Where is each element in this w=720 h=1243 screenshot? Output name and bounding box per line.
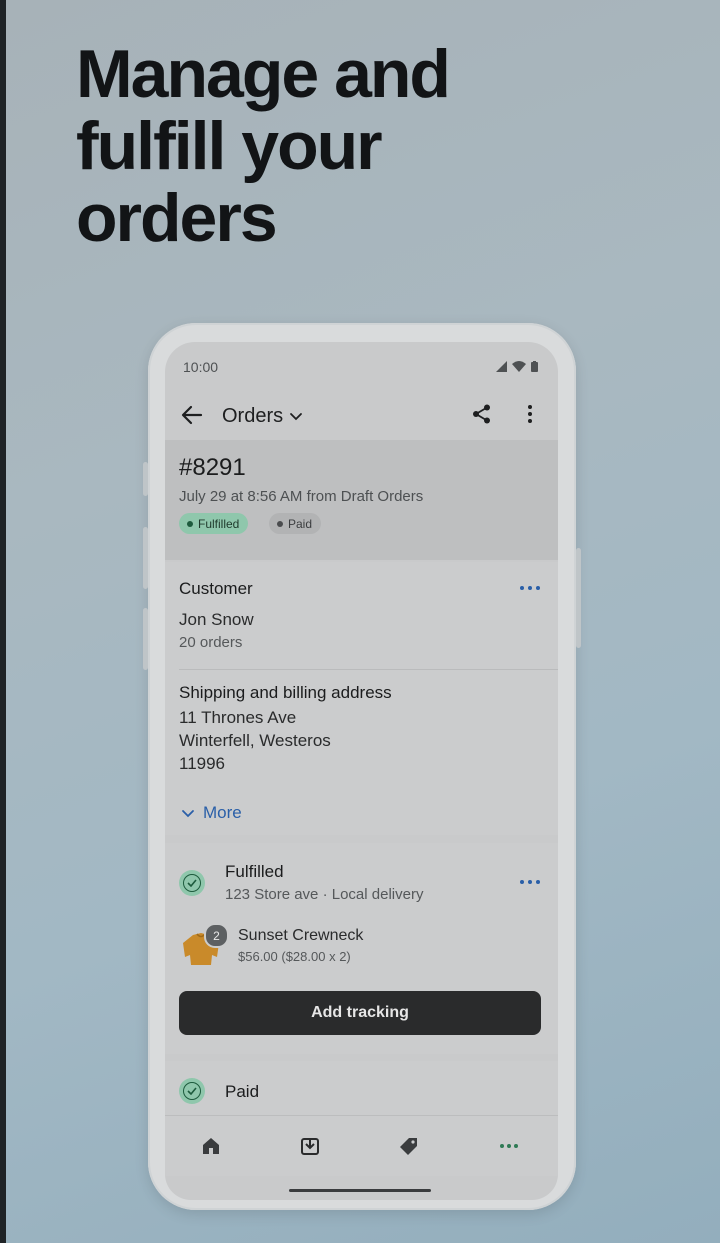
fulfilled-check-icon [179, 870, 205, 896]
address-line-2: Winterfell, Westeros [179, 731, 331, 750]
address-line-3: 11996 [179, 754, 226, 773]
battery-icon [531, 361, 538, 372]
status-bar: 10:00 [165, 342, 558, 390]
status-icons [496, 361, 538, 372]
product-name[interactable]: Sunset Crewneck [238, 927, 363, 945]
status-dot [187, 520, 193, 527]
paid-check-icon [179, 1078, 205, 1104]
customer-heading: Customer [179, 579, 253, 598]
fulfillment-location: 123 Store ave · Local delivery [225, 886, 424, 903]
more-vertical-icon[interactable] [525, 403, 535, 425]
fulfillment-status: Fulfilled [225, 862, 284, 881]
quantity-badge: 2 [204, 923, 229, 948]
phone-power-button [576, 548, 581, 648]
status-time: 10:00 [183, 359, 219, 375]
order-meta: July 29 at 8:56 AM from Draft Orders [179, 488, 424, 505]
chevron-down-icon [182, 809, 194, 817]
home-icon [203, 1138, 219, 1154]
product-price: $56.00 ($28.00 x 2) [238, 949, 351, 964]
fulfillment-menu-icon[interactable] [520, 880, 540, 886]
orders-dropdown[interactable]: Orders [222, 405, 303, 428]
more-horizontal-icon [500, 1144, 518, 1148]
section-divider [179, 669, 558, 670]
paid-badge: Paid [269, 513, 322, 534]
headline-line-3: orders [76, 180, 278, 256]
paid-badge-label: Paid [288, 516, 313, 531]
fulfilled-badge: Fulfilled [179, 513, 249, 534]
orders-icon [301, 1138, 319, 1155]
customer-menu-icon[interactable] [520, 586, 540, 592]
customer-name[interactable]: Jon Snow [179, 610, 254, 630]
headline-line-1: Manage and [76, 36, 451, 112]
order-number: #8291 [179, 454, 246, 481]
tab-products[interactable] [396, 1133, 422, 1159]
home-indicator[interactable] [289, 1189, 431, 1192]
arrow-left-icon[interactable] [179, 402, 205, 428]
tab-home[interactable] [198, 1133, 224, 1159]
phone-side-button [143, 608, 148, 670]
order-header: #8291 July 29 at 8:56 AM from Draft Orde… [165, 440, 558, 560]
tab-orders[interactable] [297, 1133, 323, 1159]
share-icon[interactable] [471, 403, 493, 425]
cell-signal-icon [496, 361, 507, 372]
app-bar: Orders [165, 390, 558, 440]
fulfilled-badge-label: Fulfilled [198, 516, 240, 531]
address-heading: Shipping and billing address [179, 683, 392, 702]
promo-headline: Manage and fulfill your orders [76, 36, 451, 256]
customer-card: Customer Jon Snow 20 orders Shipping and… [165, 562, 558, 835]
left-edge-strip [0, 0, 6, 1243]
wifi-icon [512, 361, 526, 372]
address-line-1: 11 Thrones Ave [179, 708, 297, 727]
add-tracking-button[interactable]: Add tracking [179, 991, 541, 1035]
app-bar-title: Orders [222, 405, 284, 427]
more-button[interactable]: More [181, 803, 242, 823]
chevron-down-icon [290, 413, 303, 421]
headline-line-2: fulfill your [76, 108, 383, 184]
payment-card: Paid [165, 1061, 558, 1115]
customer-order-count: 20 orders [179, 634, 243, 651]
fulfillment-card: Fulfilled 123 Store ave · Local delivery… [165, 843, 558, 1054]
more-label: More [203, 803, 242, 822]
tab-more[interactable] [496, 1133, 522, 1159]
phone-side-button [143, 462, 148, 496]
status-dot [277, 520, 283, 527]
bottom-tab-bar [165, 1115, 558, 1176]
tag-icon [400, 1138, 417, 1155]
phone-screen: 10:00 Orders #8291 July 29 at 8:56 AM fr… [165, 342, 558, 1200]
phone-side-button [143, 527, 148, 589]
payment-status: Paid [225, 1082, 260, 1101]
